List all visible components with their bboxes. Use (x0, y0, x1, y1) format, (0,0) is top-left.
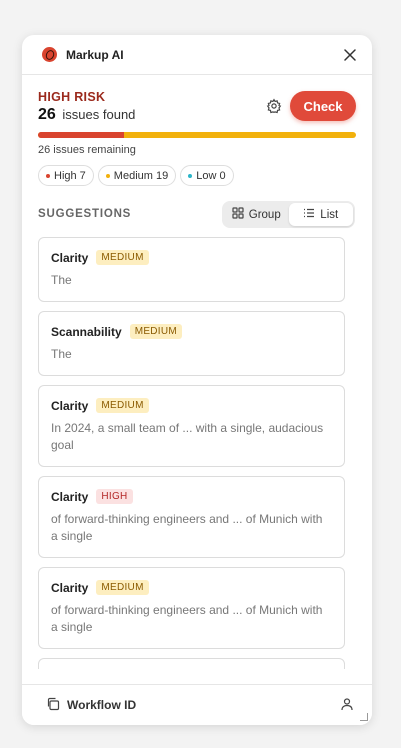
medium-dot-icon (105, 173, 110, 178)
suggestion-card[interactable]: Clarity MEDIUM of forward-thinking enginee… (38, 567, 345, 649)
filter-medium-label: Medium 19 (113, 169, 169, 182)
panel-footer: Workflow ID (22, 684, 372, 725)
suggestions-list: Clarity MEDIUM The Scannability MEDIUM The Cla… (38, 237, 356, 669)
panel-header: Markup AI (22, 35, 372, 75)
suggestion-category: Scannability (51, 324, 122, 339)
suggestion-snippet: of forward-thinking engineers and ... of… (51, 603, 323, 634)
suggestion-snippet: The (51, 347, 72, 361)
suggestion-card[interactable]: Scannability MEDIUM The (38, 311, 345, 376)
issues-found: 26 issues found (38, 106, 135, 124)
settings-gear-icon[interactable] (266, 98, 282, 114)
filter-high-label: High 7 (54, 169, 86, 182)
risk-progress-bar (38, 132, 356, 138)
workflow-id-label: Workflow ID (67, 698, 137, 712)
suggestion-card[interactable]: Clarity MEDIUM The (38, 237, 345, 302)
group-view-label: Group (248, 208, 281, 221)
suggestion-card[interactable]: Clarity MEDIUM In 2024, a small team of ..… (38, 385, 345, 467)
suggestion-category: Clarity (51, 398, 89, 413)
suggestion-snippet: The (51, 273, 72, 287)
severity-badge: HIGH (96, 489, 133, 504)
suggestion-snippet: In 2024, a small team of ... with a sing… (51, 421, 324, 452)
severity-badge: MEDIUM (96, 398, 149, 413)
app-title: Markup AI (66, 47, 124, 62)
filter-low-pill[interactable]: Low 0 (180, 165, 234, 186)
markup-ai-logo-icon (42, 47, 57, 62)
suggestion-header: Scannability MEDIUM (51, 324, 332, 339)
issues-count: 26 (38, 106, 56, 123)
user-icon[interactable] (340, 697, 356, 713)
risk-summary: HIGH RISK 26 issues found (38, 90, 135, 124)
workflow-id-button[interactable]: Workflow ID (46, 697, 340, 714)
severity-badge: MEDIUM (96, 250, 149, 265)
list-view-button[interactable]: List (288, 203, 353, 226)
issues-remaining: 26 issues remaining (38, 144, 136, 156)
view-toggle: Group List (222, 201, 355, 228)
suggestion-header: Clarity MEDIUM (51, 250, 332, 265)
suggestion-card[interactable]: Clarity HIGH of forward-thinking engineers… (38, 476, 345, 558)
suggestion-category: Clarity (51, 489, 89, 504)
filter-low-label: Low 0 (196, 169, 226, 182)
suggestion-header: Clarity HIGH (51, 489, 332, 504)
filter-high-pill[interactable]: High 7 (38, 165, 94, 186)
high-dot-icon (46, 173, 50, 178)
filter-medium-pill[interactable]: Medium 19 (97, 165, 177, 186)
check-button[interactable]: Check (290, 91, 356, 121)
suggestion-card[interactable]: ToneHIGH (38, 658, 345, 669)
list-icon (303, 207, 315, 222)
copy-icon (46, 697, 60, 714)
suggestion-header: Clarity MEDIUM (51, 398, 332, 413)
suggestions-heading: SUGGESTIONS (38, 208, 132, 220)
list-view-label: List (320, 208, 339, 221)
severity-filters: High 7 Medium 19 Low 0 (38, 165, 234, 186)
close-icon[interactable] (342, 47, 358, 63)
low-dot-icon (188, 173, 193, 178)
suggestion-category: Clarity (51, 250, 89, 265)
suggestion-header: Clarity MEDIUM (51, 580, 332, 595)
progress-high-fill (38, 132, 124, 138)
resize-handle-icon[interactable] (360, 713, 368, 721)
severity-badge: MEDIUM (129, 324, 183, 339)
severity-badge: MEDIUM (96, 580, 149, 595)
suggestion-category: Clarity (51, 580, 89, 595)
issues-found-text: issues found (62, 107, 136, 122)
grid-icon (232, 207, 244, 222)
suggestion-snippet: of forward-thinking engineers and ... of… (51, 512, 323, 543)
risk-level-label: HIGH RISK (38, 90, 106, 104)
group-view-button[interactable]: Group (224, 203, 289, 226)
markup-ai-panel: Markup AI HIGH RISK 26 issues found Chec… (22, 35, 372, 725)
